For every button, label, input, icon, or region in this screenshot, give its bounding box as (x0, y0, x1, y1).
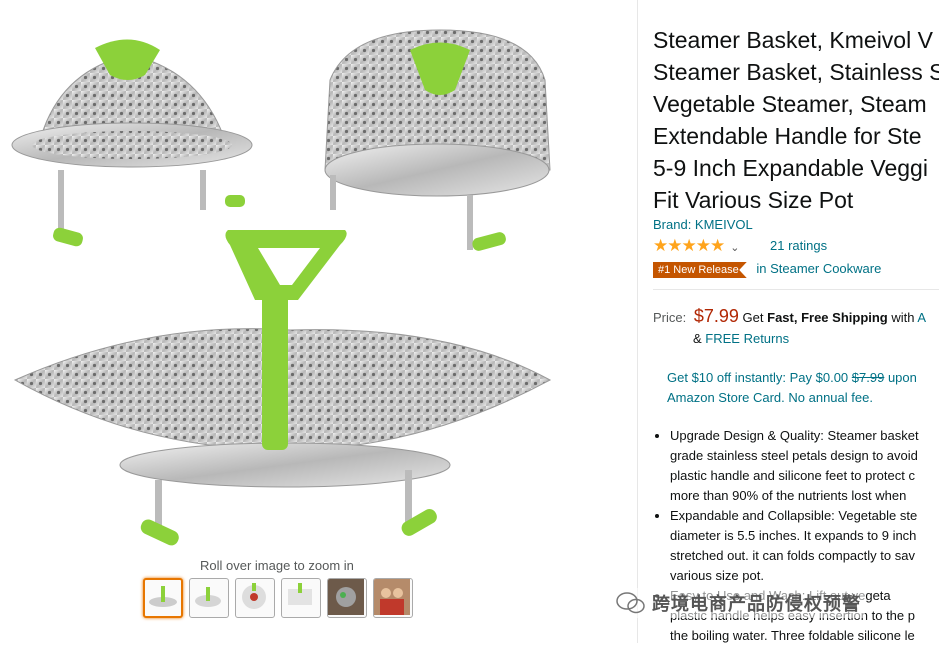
feature-bullet: Upgrade Design & Quality: Steamer basket… (670, 426, 939, 506)
thumbnail-2[interactable] (189, 578, 229, 618)
watermark: 跨境电商产品防侵权预警 (612, 588, 865, 618)
promo-line-2: Amazon Store Card. No annual fee. (667, 390, 873, 405)
column-divider (637, 0, 638, 643)
shipping-fast-free: Fast, Free Shipping (767, 310, 888, 325)
new-release-badge[interactable]: #1 New Release (653, 262, 747, 278)
bullet-line: plastic handle and silicone feet to prot… (670, 468, 915, 483)
brand-link[interactable]: Brand: KMEIVOL (653, 217, 753, 232)
bullet-line: grade stainless steel petals design to a… (670, 448, 918, 463)
zoom-caption: Roll over image to zoom in (200, 558, 354, 573)
wechat-icon (616, 592, 645, 614)
chevron-down-icon[interactable]: ⌄ (730, 242, 739, 254)
price-label: Price: (653, 310, 687, 325)
bullet-line: more than 90% of the nutrients lost when (670, 488, 907, 503)
feature-bullet: Expandable and Collapsible: Vegetable st… (670, 506, 939, 586)
shipping-with: with (891, 310, 915, 325)
star-rating-icon[interactable]: ★★★★★ (653, 236, 725, 255)
image-gallery: Roll over image to zoom in (0, 0, 640, 643)
bullet-line: diameter is 5.5 inches. It expands to 9 … (670, 528, 917, 543)
watermark-text: 跨境电商产品防侵权预警 (652, 594, 861, 614)
thumbnail-6[interactable] (373, 578, 413, 618)
shipping-get: Get (742, 310, 764, 325)
thumbnail-5[interactable] (327, 578, 367, 618)
steamer-half-open-view (324, 29, 551, 251)
product-title: Steamer Basket, Kmeivol V Steamer Basket… (653, 24, 939, 216)
steamer-open-view (13, 230, 552, 546)
title-line: Extendable Handle for Ste (653, 123, 922, 149)
store-card-promo[interactable]: Get $10 off instantly: Pay $0.00 $7.99 u… (667, 368, 917, 408)
returns-row: & FREE Returns (693, 331, 789, 346)
thumbnail-4[interactable] (281, 578, 321, 618)
bullet-line: Expandable and Collapsible: Vegetable st… (670, 508, 918, 523)
price-value: $7.99 (693, 306, 739, 326)
title-line: Steamer Basket, Kmeivol V (653, 27, 933, 53)
price-row: Price: $7.99 Get Fast, Free Shipping wit… (653, 306, 926, 327)
best-seller-row: #1 New Release in Steamer Cookware (653, 261, 881, 278)
bullet-line: various size pot. (670, 568, 764, 583)
shipping-with-link[interactable]: A (917, 310, 926, 325)
section-divider (653, 289, 939, 290)
bullet-line: stretched out. it can folds compactly to… (670, 548, 915, 563)
steamer-collapsed-view (11, 39, 253, 247)
promo-text: Get $10 off instantly: Pay $0.00 (667, 370, 849, 385)
thumbnail-strip (143, 578, 413, 618)
free-returns-link[interactable]: FREE Returns (705, 331, 789, 346)
rating-row: ★★★★★ ⌄ 21 ratings (653, 236, 827, 256)
promo-strike-price: $7.99 (851, 370, 885, 385)
ratings-count-link[interactable]: 21 ratings (770, 238, 827, 253)
bullet-line: the boiling water. Three foldable silico… (670, 628, 915, 643)
title-line: Vegetable Steamer, Steam (653, 91, 927, 117)
bullet-line: Upgrade Design & Quality: Steamer basket (670, 428, 919, 443)
thumbnail-3[interactable] (235, 578, 275, 618)
title-line: 5-9 Inch Expandable Veggi (653, 155, 928, 181)
badge-category-link[interactable]: in Steamer Cookware (756, 261, 881, 276)
title-line: Fit Various Size Pot (653, 187, 854, 213)
product-main-image[interactable] (0, 10, 600, 555)
thumbnail-1[interactable] (143, 578, 183, 618)
title-line: Steamer Basket, Stainless S (653, 59, 939, 85)
returns-amp: & (693, 331, 702, 346)
promo-text-end: upon (887, 370, 917, 385)
